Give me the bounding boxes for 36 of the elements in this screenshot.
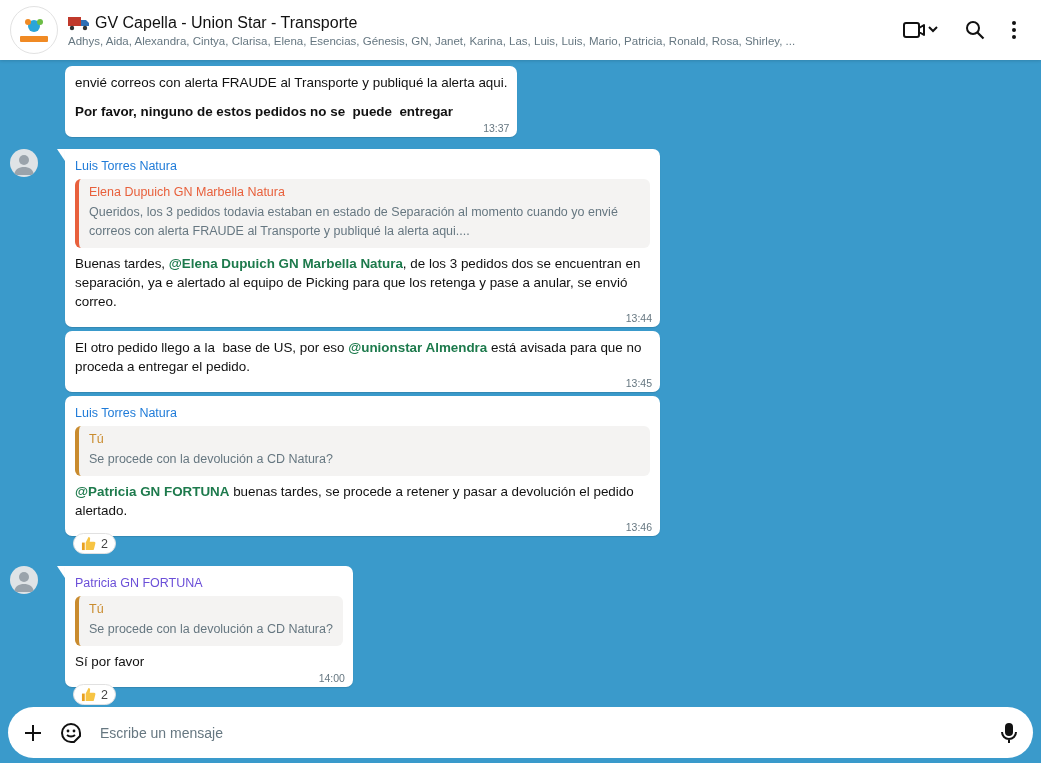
sender-name[interactable]: Luis Torres Natura — [75, 406, 650, 420]
message-input[interactable]: Escribe un mensaje — [98, 723, 985, 742]
chat-title: GV Capella - Union Star - Transporte — [95, 13, 358, 32]
quote-text: Se procede con la devolución a CD Natura? — [89, 621, 333, 638]
message-text: Por favor, ninguno de estos pedidos no se puede entregar — [75, 103, 454, 121]
quote-author: Tú — [89, 432, 105, 446]
message-time: 14:00 — [318, 672, 345, 684]
more-icon — [1011, 20, 1017, 40]
sender-name[interactable]: Luis Torres Natura — [75, 159, 650, 173]
message-text: Buenas tardes, @Elena Dupuich GN Marbella Natura, de los 3 pedidos dos se encuentran en separación, ya e alertado al equipo de Picking para que los retenga y pase a anular, se envió correo. — [75, 255, 642, 311]
quote-text: Queridos, los 3 pedidos todavia estaban en estado de Separación al momento cuando yo envié correos con alerta FRAUDE al Transporte y publiqué la alerta aqui.... — [89, 204, 619, 240]
thumbs-up-icon — [81, 536, 96, 551]
message-text: @Patricia GN FORTUNA buenas tardes, se procede a retener y pasar a devolución el pedido alertado. — [75, 483, 635, 520]
message-input-field[interactable]: Escribe un mensaje — [8, 707, 1033, 758]
truck-icon — [68, 14, 90, 31]
quoted-message[interactable]: Elena Dupuich GN Marbella Natura Queridos, los 3 pedidos todavia estaban en estado de Separación al momento cuando yo envié correos con alerta FRAUDE al Transporte y publiqué la alerta aqui.... — [75, 179, 650, 248]
quote-text: Se procede con la devolución a CD Natura? — [89, 451, 334, 468]
search-icon — [965, 20, 985, 40]
message-time: 13:37 — [483, 122, 510, 134]
reaction-badge[interactable]: 2 — [73, 684, 116, 705]
quote-author: Elena Dupuich GN Marbella Natura — [89, 185, 286, 199]
quoted-message[interactable]: Tú Se procede con la devolución a CD Natura? — [75, 426, 650, 476]
video-camera-icon — [903, 20, 939, 40]
message-text: El otro pedido llego a la base de US, por eso @unionstar Almendra está avisada para que no proceda a entregar el pedido. — [75, 339, 643, 376]
message-time: 13:46 — [625, 521, 652, 533]
message-text: Sí por favor — [75, 653, 146, 671]
sender-name[interactable]: Patricia GN FORTUNA — [75, 576, 343, 590]
message-time: 13:44 — [625, 312, 652, 324]
reaction-badge[interactable]: 2 — [73, 533, 116, 554]
message-time: 13:45 — [625, 377, 652, 389]
quoted-message[interactable]: Tú Se procede con la devolución a CD Natura? — [75, 596, 343, 646]
thumbs-up-icon — [81, 687, 96, 702]
message-text: envié correos con alerta FRAUDE al Transporte y publiqué la alerta aqui. — [75, 74, 508, 92]
members-list: Adhys, Aida, Alexandra, Cintya, Clarisa, Elena, Esencias, Génesis, GN, Janet, Karina, Las, Luis, Luis, Mario, Patricia, Ronald, Rosa, Shirley, ... — [68, 34, 889, 47]
quote-author: Tú — [89, 602, 105, 616]
group-logo[interactable] — [10, 6, 58, 54]
